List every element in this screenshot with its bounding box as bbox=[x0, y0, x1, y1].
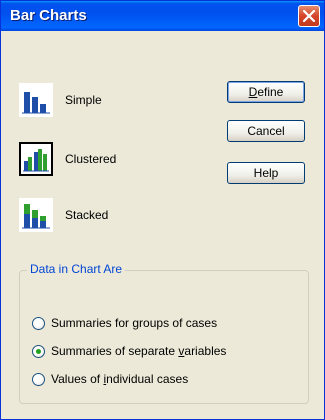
chart-type-simple-label: Simple bbox=[65, 93, 102, 107]
groupbox-title: Data in Chart Are bbox=[27, 262, 126, 276]
title-bar[interactable]: Bar Charts bbox=[1, 1, 324, 31]
chart-type-clustered-label: Clustered bbox=[65, 152, 117, 166]
radio-button[interactable] bbox=[32, 373, 45, 386]
chart-type-stacked-label: Stacked bbox=[65, 208, 109, 222]
radio-button[interactable] bbox=[32, 345, 45, 358]
clustered-bar-chart-icon[interactable] bbox=[19, 142, 53, 176]
radio-button[interactable] bbox=[32, 317, 45, 330]
dialog-title: Bar Charts bbox=[10, 7, 87, 24]
define-mnemonic: D bbox=[248, 85, 258, 99]
stacked-bar-chart-icon[interactable] bbox=[19, 198, 53, 232]
define-label-after: efine bbox=[257, 85, 284, 99]
radio-label-before: Values of bbox=[51, 372, 104, 386]
define-button[interactable]: Define bbox=[227, 81, 305, 103]
radio-label: Summaries for groups of cases bbox=[51, 316, 217, 330]
radio-label-after: ariables bbox=[184, 344, 227, 358]
close-icon bbox=[303, 10, 315, 22]
help-button[interactable]: Help bbox=[227, 162, 305, 184]
radio-label-before: Summaries of separate bbox=[51, 344, 179, 358]
radio-label: Values of individual cases bbox=[51, 372, 188, 386]
cancel-button[interactable]: Cancel bbox=[227, 120, 305, 142]
radio-label-before: Summaries for bbox=[51, 316, 133, 330]
close-button[interactable] bbox=[298, 5, 320, 27]
bar-charts-dialog: Bar Charts Simple Clustered Stacked Defi… bbox=[0, 0, 325, 420]
radio-label: Summaries of separate variables bbox=[51, 344, 226, 358]
radio-selected-dot bbox=[36, 349, 41, 354]
radio-label-after: ndividual cases bbox=[106, 372, 189, 386]
radio-label-after: roups of cases bbox=[139, 316, 218, 330]
simple-bar-chart-icon[interactable] bbox=[19, 83, 53, 117]
